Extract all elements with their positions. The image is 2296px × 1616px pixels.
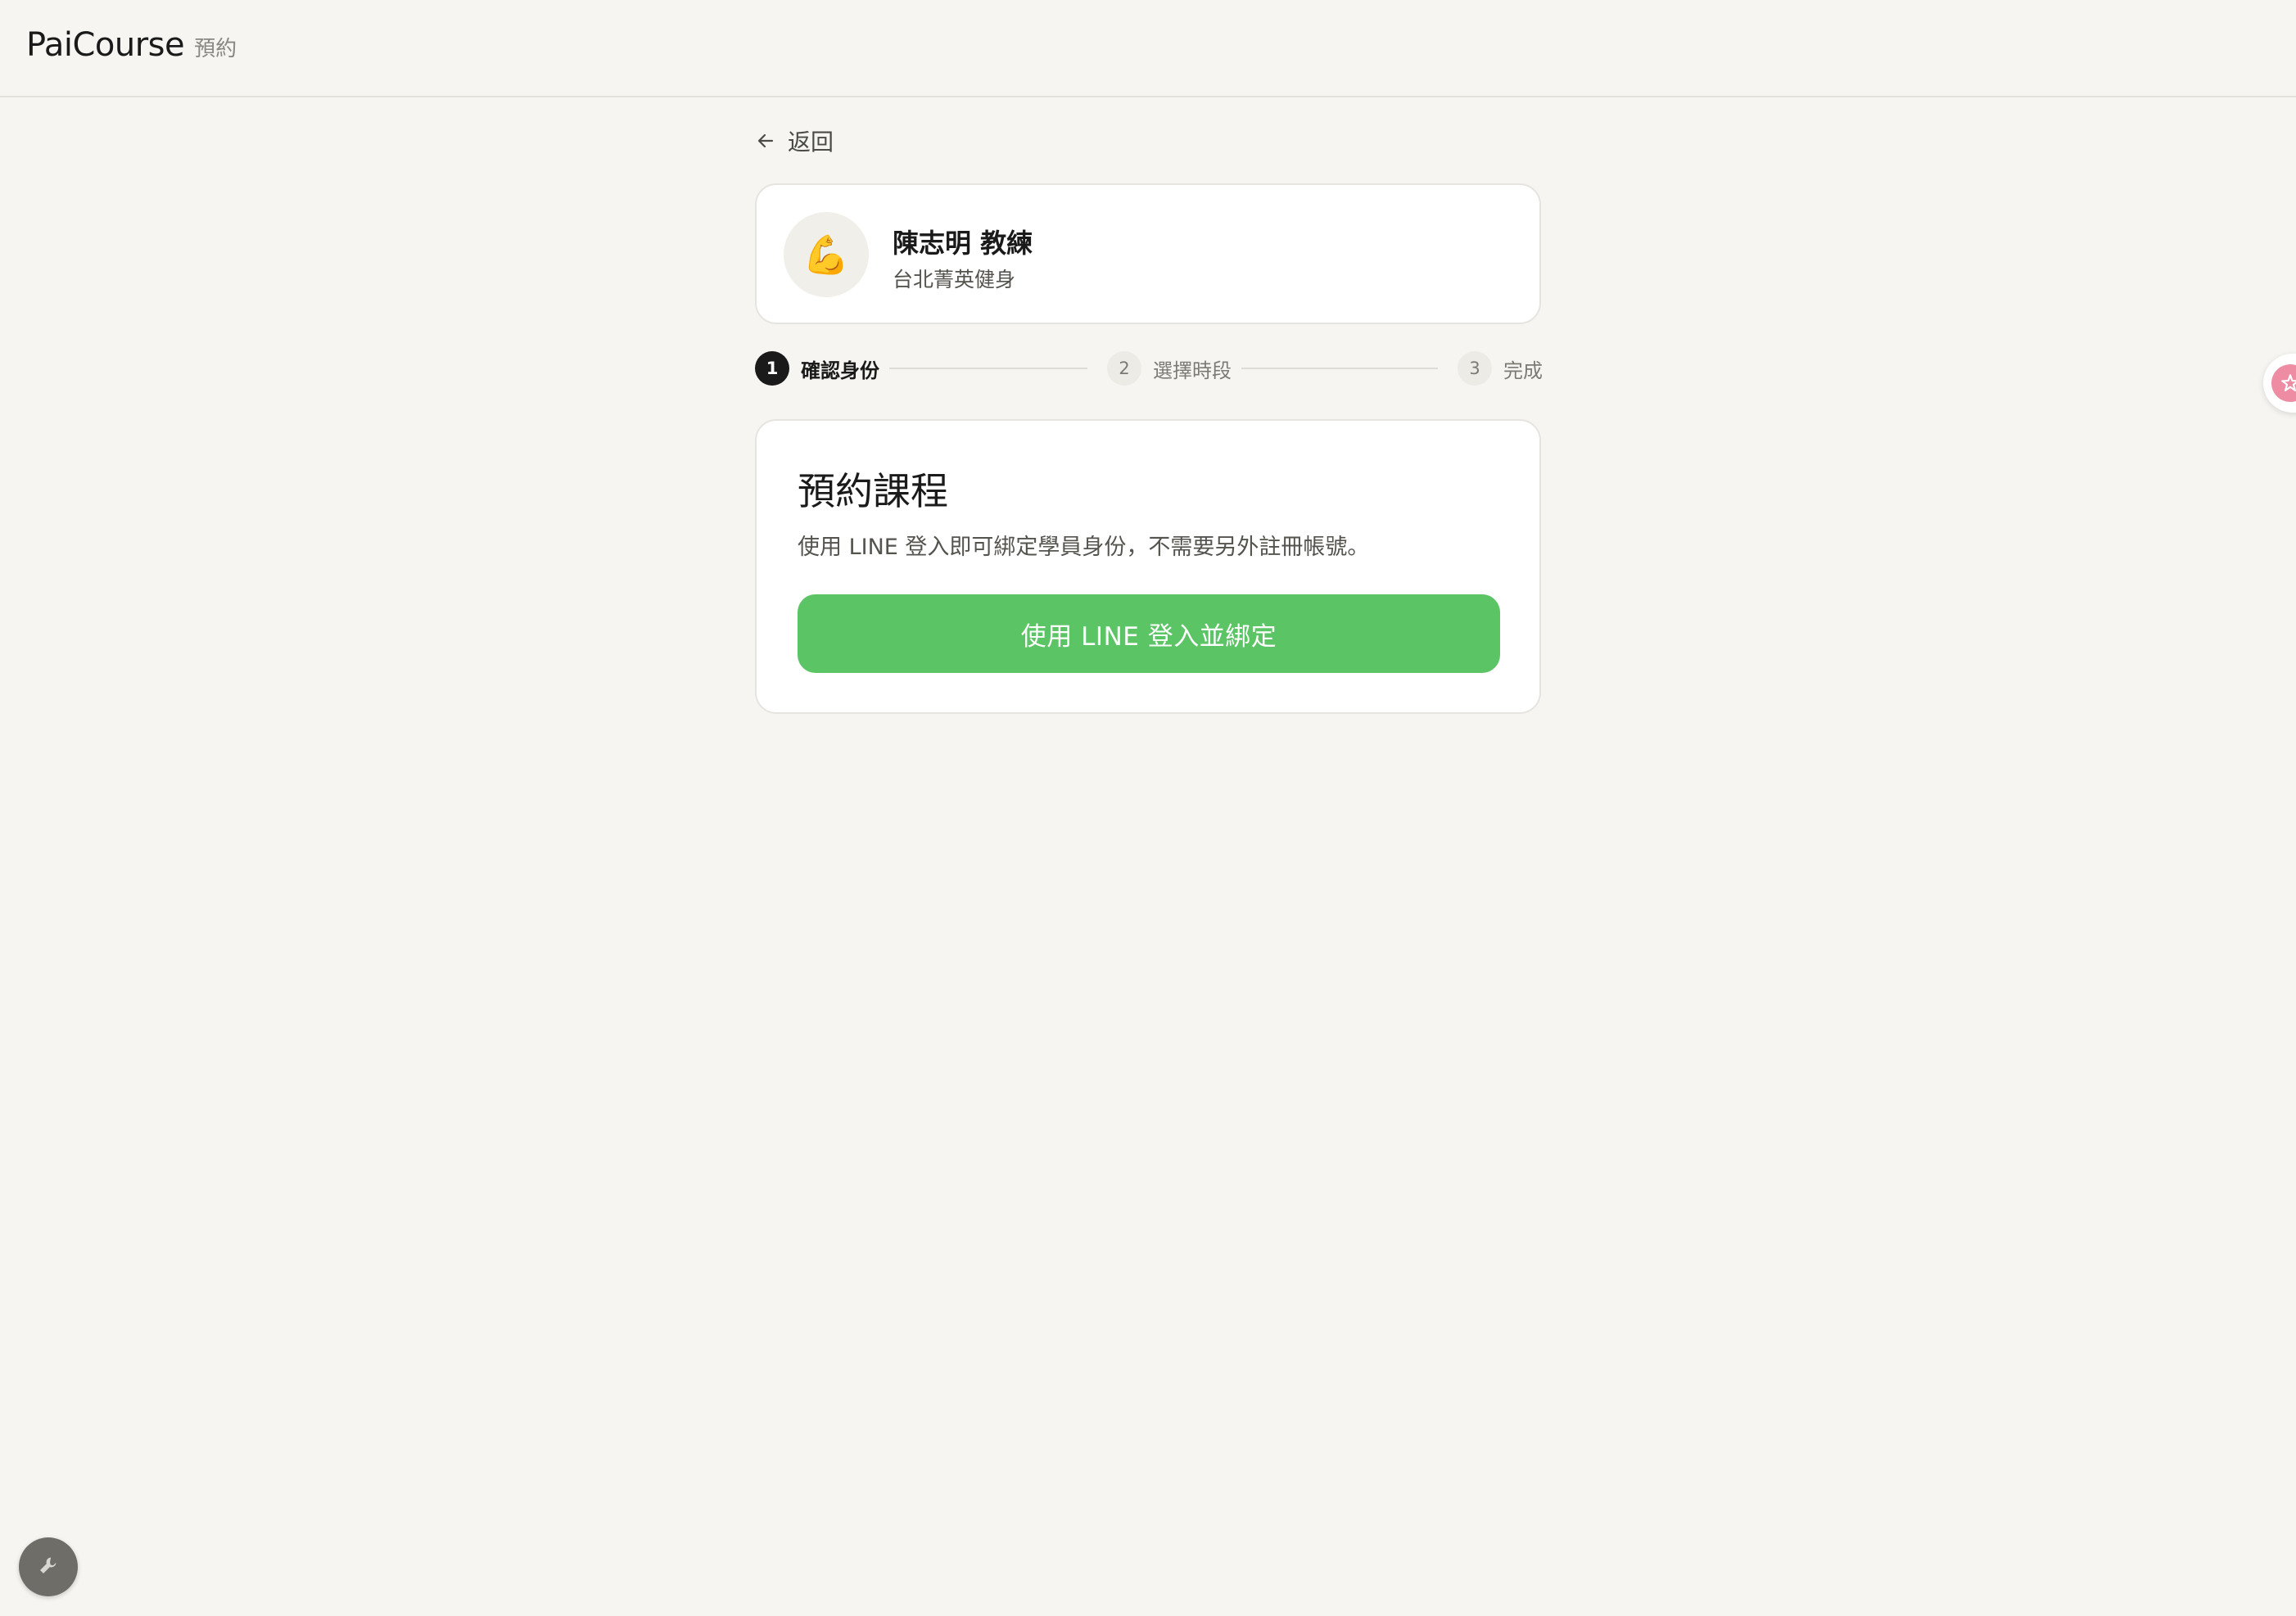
step-label: 選擇時段 xyxy=(1153,359,1232,382)
coach-gym: 台北菁英健身 xyxy=(893,268,1016,291)
step-connector xyxy=(889,368,1087,369)
side-widget[interactable] xyxy=(2263,354,2296,413)
arrow-left-icon xyxy=(755,130,776,151)
top-bar: PaiCourse 預約 xyxy=(0,0,2296,97)
step-number: 3 xyxy=(1458,351,1492,386)
booking-description: 使用 LINE 登入即可綁定學員身份，不需要另外註冊帳號。 xyxy=(798,535,1370,560)
step-label: 確認身份 xyxy=(801,359,879,382)
coach-name: 陳志明 教練 xyxy=(893,228,1033,259)
step-number: 2 xyxy=(1107,351,1141,386)
avatar: 💪 xyxy=(784,212,869,297)
page-title: 預約課程 xyxy=(798,469,948,513)
coach-card: 💪 陳志明 教練 台北菁英健身 xyxy=(755,183,1541,324)
step-3: 3 完成 xyxy=(1458,350,1543,386)
step-2: 2 選擇時段 xyxy=(1107,350,1232,386)
step-number: 1 xyxy=(755,351,789,386)
brand-name: PaiCourse xyxy=(26,26,185,64)
booking-card: 預約課程 使用 LINE 登入即可綁定學員身份，不需要另外註冊帳號。 使用 LI… xyxy=(755,419,1541,714)
wrench-icon xyxy=(36,1553,61,1581)
line-login-button[interactable]: 使用 LINE 登入並綁定 xyxy=(798,594,1500,673)
step-label: 完成 xyxy=(1503,359,1543,382)
step-1: 1 確認身份 xyxy=(755,350,879,386)
brand: PaiCourse 預約 xyxy=(26,26,237,64)
back-link[interactable]: 返回 xyxy=(755,124,834,157)
brand-subtitle: 預約 xyxy=(194,37,237,61)
sparkle-icon xyxy=(2271,364,2296,402)
step-connector xyxy=(1241,368,1438,369)
back-label: 返回 xyxy=(788,129,834,156)
tool-button[interactable] xyxy=(19,1537,78,1596)
stepper: 1 確認身份 2 選擇時段 3 完成 xyxy=(755,350,1543,386)
